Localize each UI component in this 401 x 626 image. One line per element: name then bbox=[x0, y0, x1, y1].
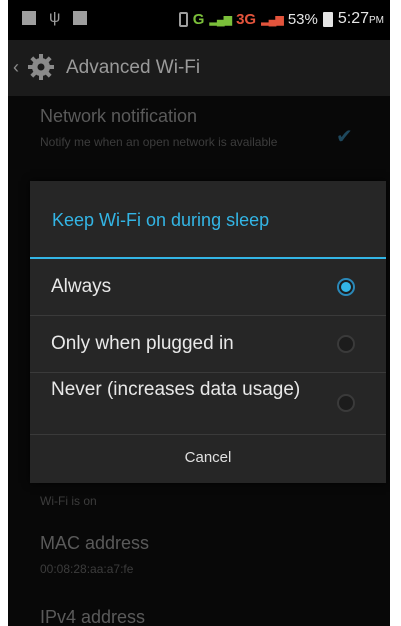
network-type-3g: 3G bbox=[236, 10, 257, 28]
network-type-g: G bbox=[192, 10, 205, 28]
option-label: Never (increases data usage) bbox=[51, 379, 301, 400]
dialog-title: Keep Wi-Fi on during sleep bbox=[52, 210, 270, 230]
vibrate-icon bbox=[178, 11, 188, 27]
status-bar: ψ G ▂▄▆ 3G ▂▄▆ 53% 5:27PM bbox=[8, 0, 390, 40]
option-label: Always bbox=[51, 276, 112, 297]
cancel-button[interactable]: Cancel bbox=[30, 435, 386, 483]
signal-icon-2: ▂▄▆ bbox=[261, 13, 284, 26]
usb-icon: ψ bbox=[49, 9, 61, 26]
battery-percent: 53% bbox=[287, 10, 318, 28]
battery-icon bbox=[322, 11, 333, 27]
image-notification-icon bbox=[22, 11, 36, 25]
back-chevron-icon[interactable]: ‹ bbox=[13, 57, 19, 78]
action-bar: ‹ Advanced Wi-Fi bbox=[8, 40, 390, 96]
phone-screen: ψ G ▂▄▆ 3G ▂▄▆ 53% 5:27PM ‹ Advanced Wi-… bbox=[8, 0, 390, 626]
radio-button[interactable] bbox=[337, 394, 355, 412]
option-always[interactable]: Always bbox=[30, 259, 386, 315]
option-never[interactable]: Never (increases data usage) bbox=[30, 373, 386, 434]
radio-button[interactable] bbox=[337, 335, 355, 353]
settings-gear-icon[interactable] bbox=[27, 53, 55, 81]
notification-icon bbox=[73, 11, 88, 25]
option-label: Only when plugged in bbox=[51, 333, 234, 354]
keep-wifi-on-dialog: Keep Wi-Fi on during sleep Always Only w… bbox=[30, 181, 386, 483]
radio-button-selected[interactable] bbox=[337, 278, 355, 296]
option-only-when-plugged-in[interactable]: Only when plugged in bbox=[30, 316, 386, 372]
clock: 5:27PM bbox=[337, 10, 384, 27]
page-title: Advanced Wi-Fi bbox=[66, 57, 201, 78]
signal-icon: ▂▄▆ bbox=[209, 13, 232, 26]
